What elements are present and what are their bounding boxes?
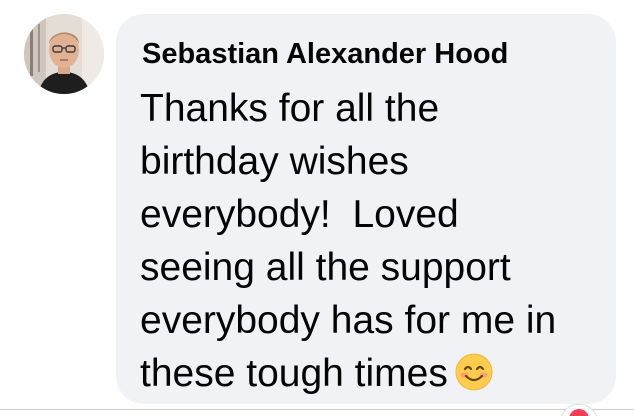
avatar[interactable] (24, 14, 104, 94)
comment-line: everybody! Loved (140, 193, 459, 236)
reaction-icon[interactable] (560, 404, 598, 416)
comment-bubble: Sebastian Alexander Hood Thanks for all … (116, 14, 616, 404)
comment-screenshot: Sebastian Alexander Hood Thanks for all … (0, 0, 634, 416)
profile-photo-icon (24, 14, 104, 94)
comment-line: everybody has for me in (140, 299, 557, 342)
comment-line: seeing all the support (140, 246, 511, 289)
comment-line: these tough times (140, 352, 448, 395)
love-reaction-icon (569, 409, 589, 416)
comment-text: Thanks for all the birthday wishes every… (140, 82, 610, 400)
smiling-face-emoji-icon (454, 352, 494, 392)
divider (0, 409, 634, 410)
comment-last-line-wrap: these tough times (140, 347, 610, 400)
comment-line: Thanks for all the (140, 87, 440, 130)
comment-line: birthday wishes (140, 140, 409, 183)
comment-author[interactable]: Sebastian Alexander Hood (142, 36, 508, 72)
